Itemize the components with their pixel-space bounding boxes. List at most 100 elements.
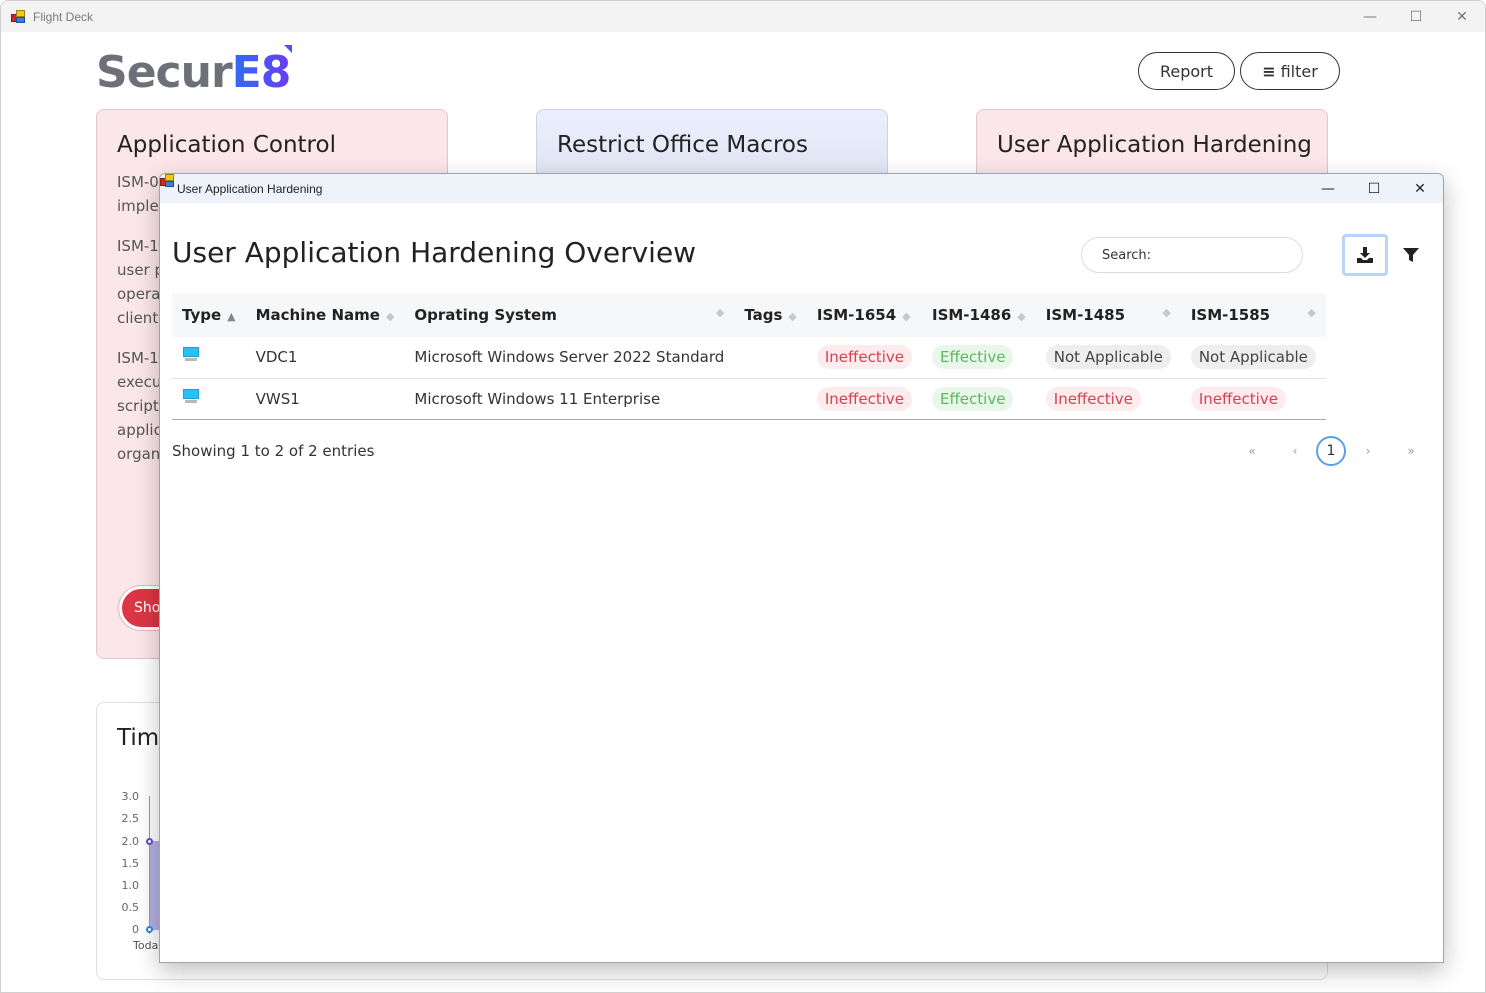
card-text: opera <box>117 285 161 303</box>
status-badge: Ineffective <box>816 386 912 411</box>
col-ism-1585[interactable]: ISM-1585 ◆ <box>1181 293 1326 337</box>
download-icon <box>1357 247 1373 263</box>
app-icon <box>11 9 25 24</box>
status-badge: Ineffective <box>1045 386 1141 411</box>
col-label: ISM-1654 <box>816 306 897 324</box>
computer-icon <box>182 347 200 363</box>
tags-cell <box>734 337 807 379</box>
col-ism-1485[interactable]: ISM-1485 ◆ <box>1036 293 1181 337</box>
y-tick: 1.5 <box>121 857 140 870</box>
page-1-button[interactable]: 1 <box>1316 436 1346 466</box>
card-text: ISM-1 <box>117 237 159 255</box>
sort-icon: ◆ <box>385 310 395 323</box>
status-badge: Not Applicable <box>1045 345 1171 370</box>
card-text: execu <box>117 373 162 391</box>
col-machine-name[interactable]: Machine Name ◆ <box>246 293 405 337</box>
timeline-title: Tim <box>117 725 160 751</box>
card-text: ISM-0 <box>117 173 159 191</box>
machine-name-cell: VWS1 <box>245 378 405 420</box>
col-label: Tags <box>744 306 783 324</box>
tags-cell <box>734 378 807 420</box>
table-row[interactable]: VWS1 Microsoft Windows 11 Enterprise Ine… <box>172 378 1326 420</box>
machine-name-cell: VDC1 <box>245 337 405 379</box>
card-text: impler <box>117 197 165 215</box>
ism-1654-cell: Ineffective <box>806 378 922 420</box>
table-filter-button[interactable] <box>1400 244 1422 266</box>
card-text: applic <box>117 421 162 439</box>
page-first-button[interactable]: « <box>1237 436 1267 466</box>
col-label: Type <box>182 306 222 324</box>
filter-lines-icon: ≡ <box>1262 61 1276 81</box>
card-text: ISM-1 <box>117 349 159 367</box>
page-prev-button[interactable]: ‹ <box>1280 436 1310 466</box>
col-operating-system[interactable]: Oprating System ◆ <box>404 293 734 337</box>
logo-tick-icon <box>284 45 293 53</box>
y-tick: 3.0 <box>121 790 140 803</box>
ism-1585-cell: Ineffective <box>1180 378 1326 420</box>
col-ism-1486[interactable]: ISM-1486 ◆ <box>922 293 1036 337</box>
ism-1486-cell: Effective <box>922 337 1036 379</box>
computer-icon <box>182 388 200 405</box>
y-tick: 2.5 <box>121 812 140 825</box>
status-badge: Ineffective <box>1190 386 1286 411</box>
maximize-button[interactable]: ☐ <box>1393 1 1439 32</box>
sort-icon: ◆ <box>1162 306 1171 319</box>
ism-1585-cell: Not Applicable <box>1180 337 1326 379</box>
page-next-button[interactable]: › <box>1353 436 1383 466</box>
card-title: Restrict Office Macros <box>557 132 808 158</box>
close-button[interactable]: ✕ <box>1439 1 1485 32</box>
col-type[interactable]: Type ▲ <box>172 293 246 337</box>
download-button[interactable] <box>1342 234 1388 276</box>
col-label: Oprating System <box>414 306 557 324</box>
ism-1486-cell: Effective <box>922 378 1036 420</box>
col-tags[interactable]: Tags ◆ <box>734 293 807 337</box>
sort-icon: ◆ <box>1307 306 1316 319</box>
dialog-title: User Application Hardening <box>177 181 323 196</box>
window-titlebar: Flight Deck — ☐ ✕ <box>1 1 1485 32</box>
report-button[interactable]: Report <box>1138 52 1235 90</box>
flight-deck-window: Flight Deck — ☐ ✕ SecurE8 Report ≡ filte… <box>0 0 1486 993</box>
status-badge: Not Applicable <box>1190 345 1316 370</box>
sort-icon: ◆ <box>1017 310 1026 323</box>
card-text: organ <box>117 445 161 463</box>
table-info: Showing 1 to 2 of 2 entries <box>172 442 375 460</box>
y-tick: 2.0 <box>121 835 140 848</box>
minimize-button[interactable]: — <box>1347 1 1393 32</box>
overview-heading: User Application Hardening Overview <box>172 236 697 269</box>
window-title: Flight Deck <box>33 9 94 24</box>
type-cell <box>172 378 246 420</box>
table-row[interactable]: VDC1 Microsoft Windows Server 2022 Stand… <box>172 337 1326 379</box>
card-title: User Application Hardening <box>997 132 1312 158</box>
dialog-titlebar: User Application Hardening — ☐ ✕ <box>160 174 1443 203</box>
os-cell: Microsoft Windows Server 2022 Standard <box>404 337 735 379</box>
ism-1485-cell: Not Applicable <box>1035 337 1181 379</box>
col-ism-1654[interactable]: ISM-1654 ◆ <box>807 293 922 337</box>
page-last-button[interactable]: » <box>1396 436 1426 466</box>
secure8-logo: SecurE8 <box>96 45 293 98</box>
ism-1654-cell: Ineffective <box>806 337 922 379</box>
logo-accent: E8 <box>231 47 292 98</box>
dialog-minimize-button[interactable]: — <box>1305 174 1351 203</box>
logo-text: Secur <box>96 47 233 98</box>
sort-icon: ◆ <box>902 310 911 323</box>
card-text: user p <box>117 261 165 279</box>
dialog-maximize-button[interactable]: ☐ <box>1351 174 1397 203</box>
col-label: Machine Name <box>255 306 380 324</box>
os-cell: Microsoft Windows 11 Enterprise <box>404 378 735 420</box>
type-cell <box>172 337 246 379</box>
x-tick: Toda <box>133 939 159 952</box>
filter-button-label: filter <box>1280 61 1318 81</box>
col-label: ISM-1585 <box>1190 306 1271 324</box>
ism-1485-cell: Ineffective <box>1035 378 1181 420</box>
status-badge: Effective <box>932 345 1014 370</box>
sort-icon: ◆ <box>715 306 725 319</box>
search-input[interactable] <box>1081 237 1303 273</box>
dialog-close-button[interactable]: ✕ <box>1397 174 1443 203</box>
y-tick: 0 <box>132 923 139 936</box>
filter-button[interactable]: ≡ filter <box>1240 52 1340 90</box>
sort-asc-icon: ▲ <box>227 310 236 323</box>
col-label: ISM-1486 <box>932 306 1012 324</box>
card-title: Application Control <box>117 132 336 158</box>
user-application-hardening-dialog: User Application Hardening — ☐ ✕ User Ap… <box>159 173 1444 963</box>
status-badge: Ineffective <box>816 345 912 370</box>
